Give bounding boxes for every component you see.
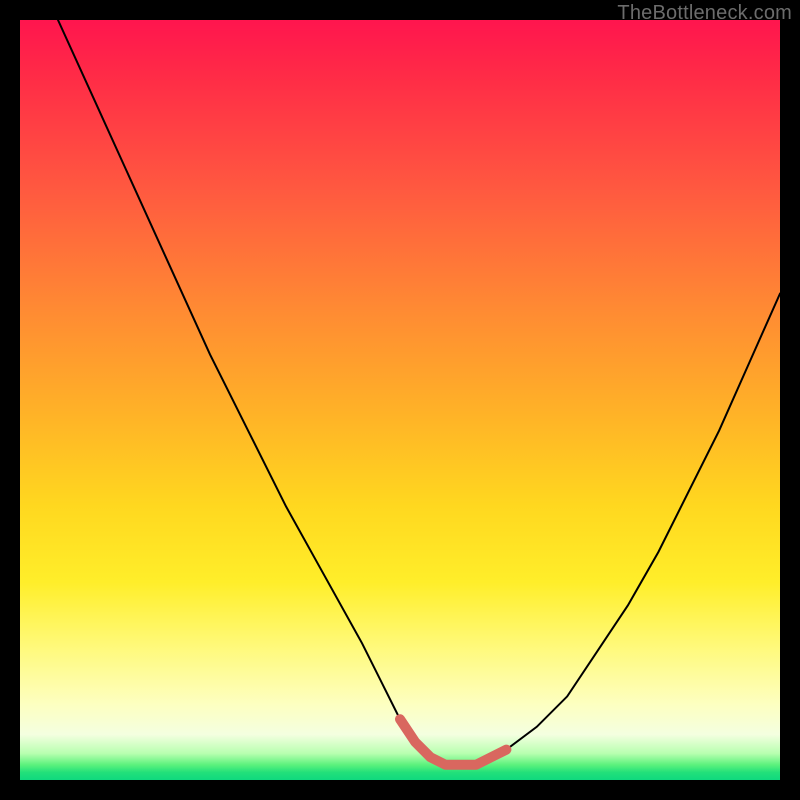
highlight-segment (400, 719, 506, 765)
main-curve (58, 20, 780, 765)
plot-area (20, 20, 780, 780)
chart-svg (20, 20, 780, 780)
chart-frame: TheBottleneck.com (0, 0, 800, 800)
watermark-text: TheBottleneck.com (617, 2, 792, 25)
